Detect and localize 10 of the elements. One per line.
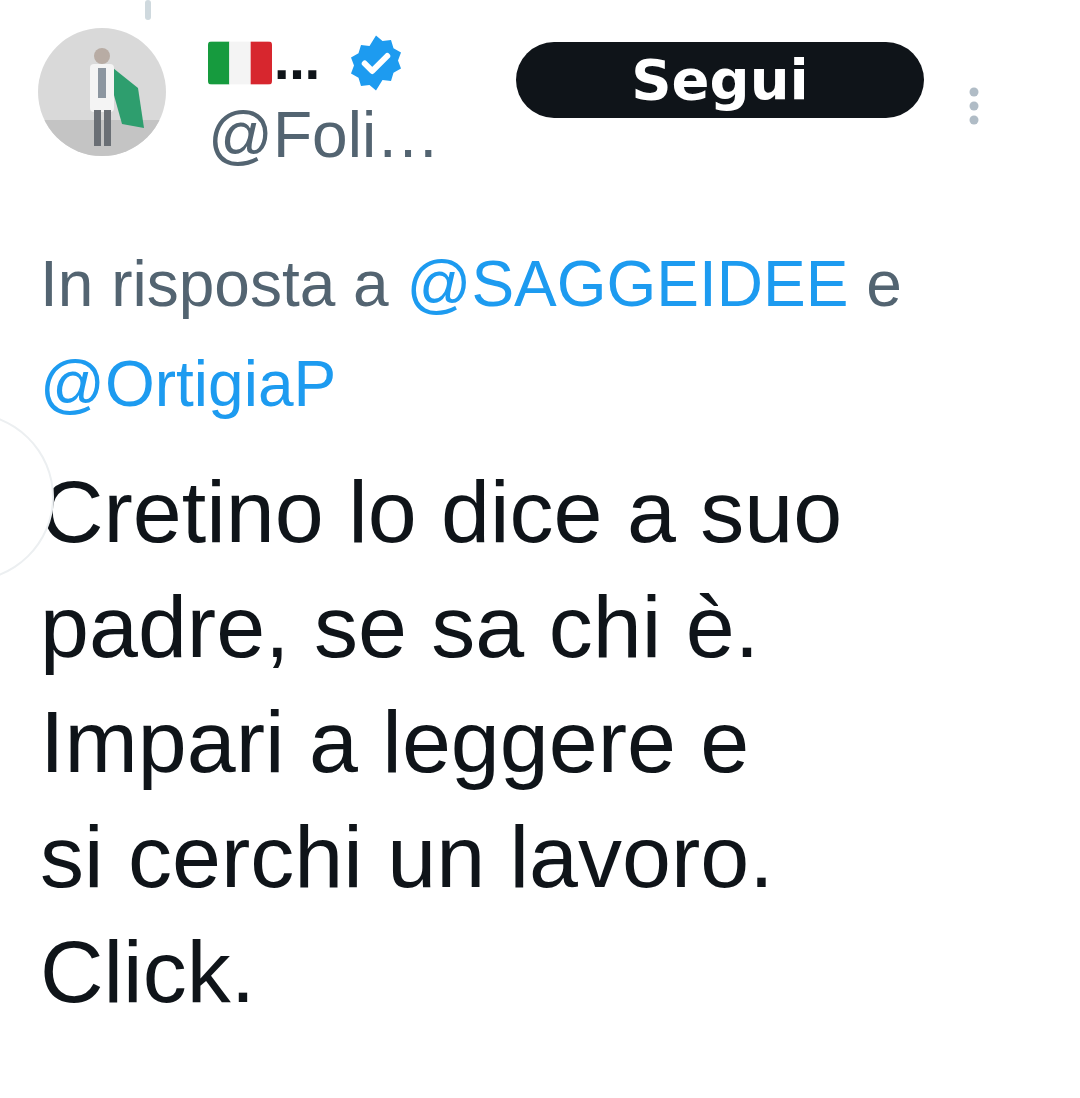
reply-context: In risposta a @SAGGEIDEE e @OrtigiaP bbox=[40, 247, 903, 423]
tweet-text: Cretino lo dice a suo padre, se sa chi è. Impari a leggere e si cerchi un lavoro. Click. bbox=[40, 461, 844, 1024]
follow-button[interactable]: Segui bbox=[516, 42, 924, 118]
mention-link[interactable]: @OrtigiaP bbox=[40, 348, 337, 421]
thread-line bbox=[145, 0, 151, 20]
user-handle: @Foli… bbox=[208, 100, 442, 171]
display-name: … bbox=[274, 40, 320, 86]
more-options-icon[interactable] bbox=[968, 86, 980, 126]
flag-icon bbox=[208, 41, 272, 85]
mention-link[interactable]: @SAGGEIDEE bbox=[406, 248, 849, 321]
